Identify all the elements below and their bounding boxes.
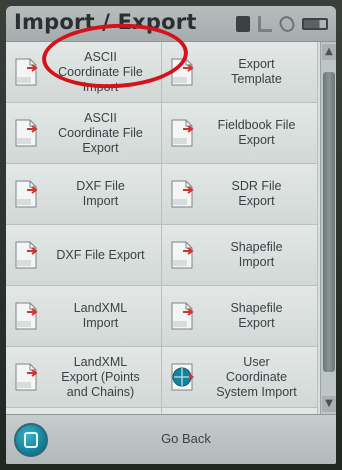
menu-item-label: LandXML Import: [73, 301, 128, 330]
scroll-up-button[interactable]: ▲: [322, 44, 336, 60]
ascii-file-icon: [13, 56, 41, 88]
fieldbook-file-icon: [169, 117, 197, 149]
menu-item-label: DXF File Import: [76, 179, 125, 208]
home-icon[interactable]: [14, 423, 48, 457]
screen: Import / Export ASCII Coordinate File Im…: [6, 6, 336, 464]
link-icon: [276, 13, 298, 35]
bottom-bar: Go Back: [6, 414, 336, 464]
window-title: Import / Export: [14, 10, 197, 34]
menu-item-4[interactable]: Fieldbook File Export: [162, 103, 318, 164]
menu-item-label: DXF File Export: [56, 247, 145, 262]
battery-icon: [302, 18, 328, 30]
menu-item-12[interactable]: User Coordinate System Import: [162, 347, 318, 408]
scrollbar[interactable]: ▲ ▼: [320, 42, 336, 414]
sdr-file-icon: [169, 178, 197, 210]
menu-item-label: Fieldbook File Export: [217, 118, 296, 147]
menu-item-1[interactable]: ASCII Coordinate File Import: [6, 42, 162, 103]
menu-item-10[interactable]: Shapefile Export: [162, 286, 318, 347]
menu-item-9[interactable]: LandXML Import: [6, 286, 162, 347]
template-icon: [169, 56, 197, 88]
menu-item-2[interactable]: Export Template: [162, 42, 318, 103]
menu-item-3[interactable]: ASCII Coordinate File Export: [6, 103, 162, 164]
menu-item-11[interactable]: LandXML Export (Points and Chains): [6, 347, 162, 408]
menu-item-6[interactable]: SDR File Export: [162, 164, 318, 225]
scroll-thumb[interactable]: [323, 72, 335, 372]
status-icons: [236, 13, 328, 35]
dxf-file-icon: [13, 239, 41, 271]
shapefile-icon: [169, 239, 197, 271]
scroll-down-button[interactable]: ▼: [322, 396, 336, 412]
menu-item-label: LandXML Export (Points and Chains): [61, 354, 140, 399]
menu-item-7[interactable]: DXF File Export: [6, 225, 162, 286]
menu-grid: ASCII Coordinate File Import Export Templ…: [6, 42, 318, 464]
menu-item-label: User Coordinate System Import: [216, 354, 297, 399]
landxml-file-icon: [13, 300, 41, 332]
signal-icon: [258, 16, 272, 32]
menu-item-label: Export Template: [231, 57, 282, 86]
menu-item-5[interactable]: DXF File Import: [6, 164, 162, 225]
menu-item-label: ASCII Coordinate File Export: [58, 110, 143, 155]
menu-item-label: Shapefile Export: [230, 301, 283, 330]
go-back-button[interactable]: Go Back: [126, 431, 246, 451]
title-bar: Import / Export: [6, 6, 336, 42]
menu-item-8[interactable]: Shapefile Import: [162, 225, 318, 286]
ascii-file-icon: [13, 117, 41, 149]
menu-item-label: SDR File Export: [231, 179, 282, 208]
shapefile-icon: [169, 300, 197, 332]
landxml-file-icon: [13, 361, 41, 393]
menu-item-label: ASCII Coordinate File Import: [58, 49, 143, 94]
device-frame: Import / Export ASCII Coordinate File Im…: [0, 0, 342, 470]
globe-icon: [169, 361, 197, 393]
menu-item-label: Shapefile Import: [230, 240, 283, 269]
dxf-file-icon: [13, 178, 41, 210]
info-icon: [236, 16, 250, 32]
